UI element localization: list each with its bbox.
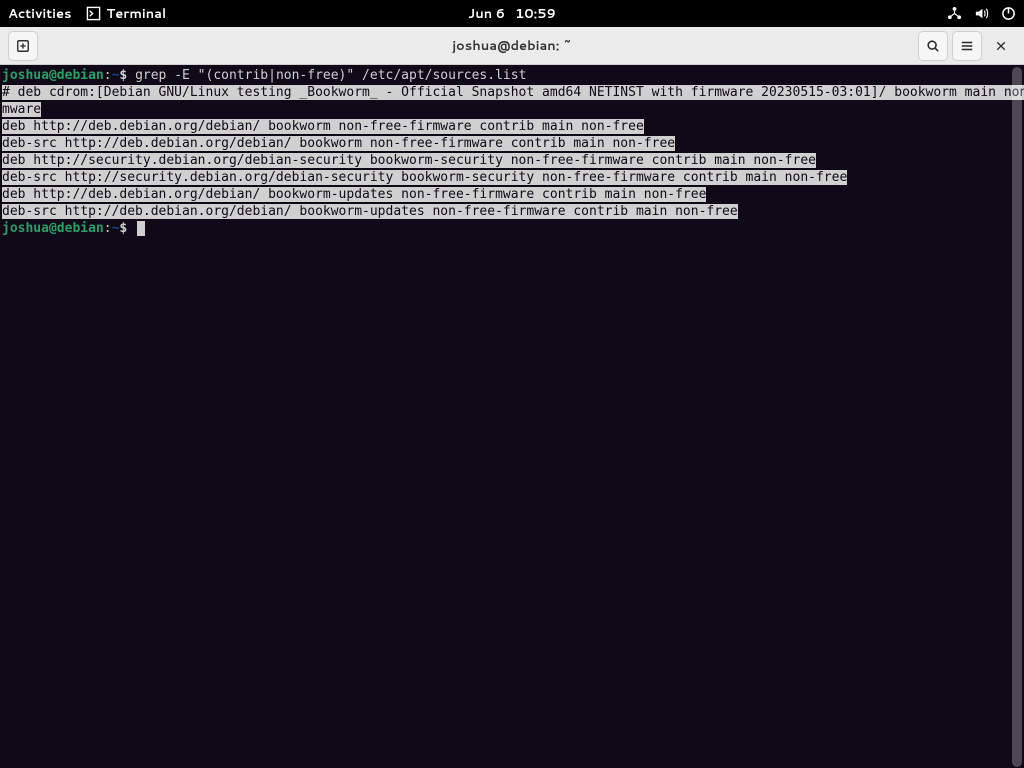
search-icon <box>926 39 940 53</box>
window-title: joshua@debian: ~ <box>452 37 572 55</box>
active-app-indicator[interactable]: Terminal <box>86 5 167 23</box>
search-button[interactable] <box>918 31 948 61</box>
topbar-left: Activities Terminal <box>8 5 166 23</box>
topbar-system-menu[interactable] <box>947 6 1016 21</box>
new-tab-icon <box>16 39 30 53</box>
grep-output-line: deb-src http://security.debian.org/debia… <box>2 170 847 185</box>
active-app-name: Terminal <box>107 5 167 23</box>
activities-button[interactable]: Activities <box>8 5 72 23</box>
grep-output-line: mware <box>2 102 41 117</box>
close-icon <box>995 40 1007 52</box>
prompt-user: joshua@debian <box>2 221 104 236</box>
topbar-clock[interactable]: Jun 6 10:59 <box>468 5 556 23</box>
grep-output-line: deb http://deb.debian.org/debian/ bookwo… <box>2 187 706 202</box>
prompt-symbol: $ <box>119 221 135 236</box>
prompt-symbol: $ <box>119 68 135 83</box>
scrollbar-thumb[interactable] <box>1012 67 1022 767</box>
prompt-separator: : <box>104 221 112 236</box>
scrollbar[interactable] <box>1010 65 1024 768</box>
entered-command: grep -E "(contrib|non-free)" /etc/apt/so… <box>135 68 526 83</box>
volume-icon <box>974 6 989 21</box>
network-icon <box>947 6 962 21</box>
new-tab-button[interactable] <box>8 31 38 61</box>
window-titlebar: joshua@debian: ~ <box>0 27 1024 65</box>
gnome-top-bar: Activities Terminal Jun 6 10:59 <box>0 0 1024 27</box>
close-button[interactable] <box>986 31 1016 61</box>
topbar-date: Jun 6 <box>468 5 505 23</box>
terminal-window: joshua@debian: ~ joshua@debian:~$ grep -… <box>0 27 1024 768</box>
grep-output-line: deb-src http://deb.debian.org/debian/ bo… <box>2 136 675 151</box>
terminal-viewport[interactable]: joshua@debian:~$ grep -E "(contrib|non-f… <box>0 65 1024 768</box>
topbar-time: 10:59 <box>515 5 556 23</box>
grep-output-line: deb http://deb.debian.org/debian/ bookwo… <box>2 119 644 134</box>
prompt-separator: : <box>104 68 112 83</box>
text-cursor <box>137 221 145 236</box>
grep-output-line: deb http://security.debian.org/debian-se… <box>2 153 816 168</box>
hamburger-menu-icon <box>960 39 974 53</box>
grep-output-line: # deb cdrom:[Debian GNU/Linux testing _B… <box>2 85 1024 100</box>
prompt-user: joshua@debian <box>2 68 104 83</box>
grep-output-line: deb-src http://deb.debian.org/debian/ bo… <box>2 204 738 219</box>
power-icon <box>1001 6 1016 21</box>
menu-button[interactable] <box>952 31 982 61</box>
terminal-icon <box>86 6 101 21</box>
